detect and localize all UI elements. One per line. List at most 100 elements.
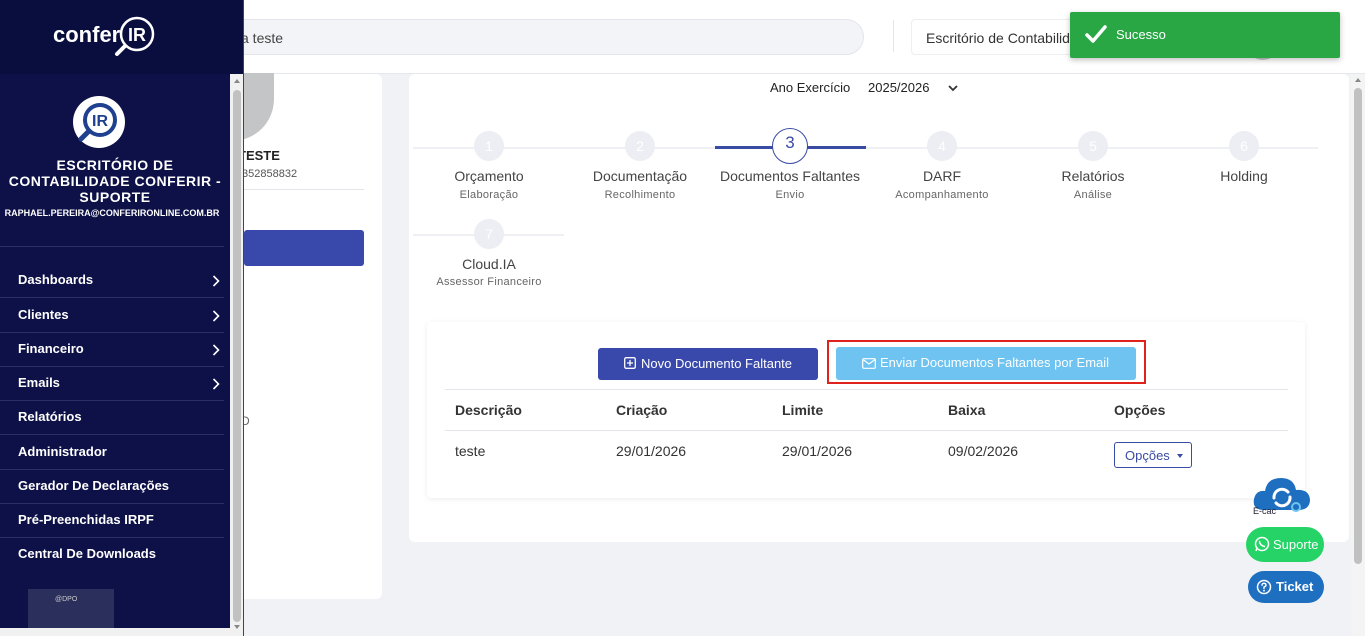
success-toast[interactable]: Sucesso — [1070, 12, 1340, 58]
sidebar-scroll-up-arrow[interactable] — [234, 79, 240, 83]
sidebar-item-dashboards[interactable]: Dashboards — [0, 263, 226, 297]
brand-area: confer IR — [0, 0, 243, 74]
sidebar-scrollbar[interactable] — [230, 74, 243, 636]
topbar-divider — [893, 20, 894, 52]
brand-logo-mark: IR — [128, 25, 146, 45]
plus-square-icon — [624, 357, 636, 369]
scroll-up-arrow[interactable] — [1355, 78, 1361, 82]
search-input[interactable]: a teste — [196, 19, 864, 55]
step-7-subtitle: Assessor Financeiro — [436, 276, 542, 288]
sidebar-item-label: Emails — [18, 375, 60, 390]
org-logo-mark: IR — [92, 113, 108, 130]
sidebar-item-gerador-declaracoes[interactable]: Gerador De Declarações — [0, 469, 226, 503]
sidebar-item-label: Gerador De Declarações — [18, 478, 170, 493]
exercise-label: Ano Exercício — [770, 80, 851, 95]
sidebar-item-label: Clientes — [18, 307, 69, 322]
new-missing-document-button[interactable]: Novo Documento Faltante — [598, 348, 818, 380]
cell-baixa: 09/02/2026 — [948, 443, 1019, 459]
chevron-right-icon — [212, 378, 220, 390]
sidebar-item-emails[interactable]: Emails — [0, 366, 226, 400]
client-cpf: 352858832 — [242, 168, 298, 180]
sidebar-item-pre-preenchidas[interactable]: Pré-Preenchidas IRPF — [0, 503, 226, 537]
column-header-baixa: Baixa — [948, 402, 986, 418]
whatsapp-support-button[interactable]: Suporte — [1246, 527, 1324, 562]
brand-logo-icon: IR — [115, 16, 155, 56]
step-2-subtitle: Recolhimento — [604, 189, 676, 201]
org-email: RAPHAEL.PEREIRA@CONFERIRONLINE.COM.BR — [4, 208, 220, 218]
check-icon — [1085, 25, 1107, 43]
exercise-select-value: 2025/2026 — [868, 80, 930, 95]
step-7-circle[interactable]: 7 — [474, 219, 504, 249]
sidebar-item-administrador[interactable]: Administrador — [0, 435, 226, 469]
step-4-title: DARF — [922, 168, 962, 184]
sidebar-scroll-down-arrow[interactable] — [234, 625, 240, 629]
column-header-criacao: Criação — [616, 402, 668, 418]
envelope-icon — [862, 358, 876, 369]
sidebar-item-label: Relatórios — [18, 409, 82, 424]
sidebar-item-relatorios[interactable]: Relatórios — [0, 400, 226, 434]
client-divider — [244, 189, 364, 190]
sidebar-item-financeiro[interactable]: Financeiro — [0, 332, 226, 366]
chevron-right-icon — [212, 344, 220, 356]
column-header-opcoes: Opções — [1114, 402, 1166, 418]
send-missing-docs-email-button[interactable]: Enviar Documentos Faltantes por Email — [836, 347, 1136, 380]
step-3-title: Documentos Faltantes — [719, 168, 861, 184]
client-action-button[interactable] — [244, 230, 364, 266]
new-missing-document-label: Novo Documento Faltante — [641, 356, 793, 371]
column-header-limite: Limite — [782, 402, 824, 418]
chevron-right-icon — [212, 310, 220, 322]
step-5-circle[interactable]: 5 — [1078, 131, 1108, 161]
chevron-down-icon — [948, 85, 958, 92]
sidebar-item-label: Dashboards — [18, 272, 94, 287]
sidebar-scrollbar-thumb[interactable] — [233, 90, 241, 622]
row-options-dropdown[interactable]: Opções — [1114, 442, 1192, 468]
toast-message: Sucesso — [1116, 27, 1166, 42]
sidebar-item-label: Central De Downloads — [18, 546, 156, 561]
whatsapp-icon — [1254, 536, 1270, 552]
menu-divider — [0, 246, 224, 247]
step-5-subtitle: Análise — [1073, 189, 1113, 201]
brand-logo-text: confer — [53, 22, 121, 47]
step-4-subtitle: Acompanhamento — [895, 189, 989, 201]
table-top-border — [445, 389, 1288, 390]
chevron-right-icon — [212, 275, 220, 287]
step-4-circle[interactable]: 4 — [927, 131, 957, 161]
step-7-title: Cloud.IA — [462, 256, 516, 272]
step-1-circle[interactable]: 1 — [474, 131, 504, 161]
exercise-select[interactable]: 2025/2026 — [858, 76, 966, 100]
step-3-circle[interactable]: 3 — [772, 128, 808, 164]
row-options-label: Opções — [1125, 448, 1170, 463]
step-3-subtitle: Envio — [775, 189, 805, 201]
support-label: Suporte — [1273, 537, 1319, 552]
ticket-button[interactable]: Ticket — [1248, 571, 1324, 603]
org-logo-icon: IR — [73, 96, 125, 148]
caret-down-icon — [1177, 454, 1183, 458]
column-header-descricao: Descrição — [455, 402, 522, 418]
step-2-circle[interactable]: 2 — [625, 131, 655, 161]
horizontal-scrollbar[interactable] — [0, 628, 232, 636]
sidebar-item-label: Financeiro — [18, 341, 84, 356]
cell-criacao: 29/01/2026 — [616, 443, 687, 459]
org-name-line-1: ESCRITÓRIO DE — [56, 157, 174, 173]
step-6-circle[interactable]: 6 — [1229, 131, 1259, 161]
ticket-label: Ticket — [1276, 579, 1314, 594]
step-5-title: Relatórios — [1061, 168, 1125, 184]
step-1-subtitle: Elaboração — [459, 189, 519, 201]
page-scrollbar-thumb[interactable] — [1354, 88, 1362, 564]
dpo-badge-text: @DPO — [55, 596, 78, 603]
office-select-value: Escritório de Contabilidade Conferir - S… — [926, 30, 1091, 46]
org-name: ESCRITÓRIO DE CONTABILIDADE CONFERIR - S… — [0, 157, 230, 205]
send-missing-docs-email-label: Enviar Documentos Faltantes por Email — [880, 355, 1110, 370]
sidebar-item-clientes[interactable]: Clientes — [0, 298, 226, 332]
org-name-line-2: CONTABILIDADE CONFERIR - — [8, 173, 222, 189]
sidebar-item-central-downloads[interactable]: Central De Downloads — [0, 537, 226, 571]
sidebar-item-label: Administrador — [18, 444, 107, 459]
page-scrollbar[interactable] — [1351, 74, 1365, 636]
client-name: TESTE — [238, 148, 280, 163]
sidebar-item-label: Pré-Preenchidas IRPF — [18, 512, 154, 527]
org-name-line-3: SUPORTE — [79, 189, 151, 205]
step-2-title: Documentação — [592, 168, 688, 184]
cell-descricao: teste — [455, 443, 486, 459]
office-select[interactable]: Escritório de Contabilidade Conferir - S… — [911, 19, 1091, 55]
sidebar: confer IR IR ESCRITÓRIO DE CONTABILIDADE… — [0, 0, 244, 636]
